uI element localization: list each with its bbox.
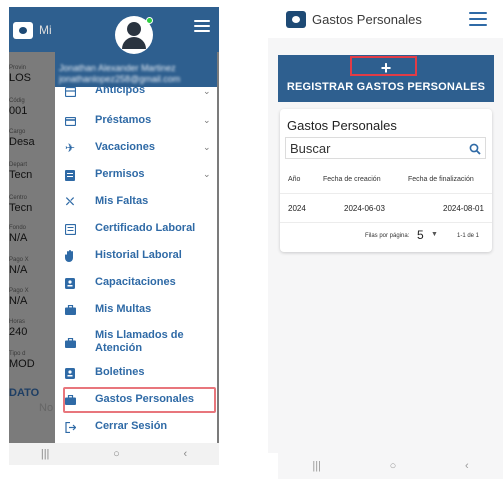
menu-item-vacaciones[interactable]: ✈ Vacaciones ⌄ [55, 135, 217, 161]
search-field[interactable] [285, 137, 486, 159]
highlight-box-plus [350, 56, 417, 76]
recent-apps-button[interactable]: ||| [312, 460, 321, 472]
android-navbar: ||| ○ ‹ [9, 443, 219, 465]
column-header-fecha-finalizacion[interactable]: Fecha de finalización [408, 176, 474, 183]
back-button[interactable]: ‹ [465, 460, 469, 472]
chevron-down-icon: ⌄ [203, 169, 211, 179]
app-header: Gastos Personales [268, 0, 503, 38]
divider [280, 193, 492, 194]
cell-fecha-creacion: 2024-06-03 [344, 204, 385, 213]
app-logo-icon [13, 22, 33, 39]
highlight-box-gastos-personales [63, 387, 216, 413]
pagination-range: 1-1 de 1 [457, 233, 480, 239]
left-phone-screen: Mi Provin LOS Códig 001 Cargo Desa Depar… [9, 7, 219, 465]
menu-item-boletines[interactable]: Boletines [55, 360, 217, 386]
menu-label: Boletines [95, 366, 145, 378]
menu-item-permisos[interactable]: Permisos ⌄ [55, 162, 217, 188]
register-button-label: REGISTRAR GASTOS PERSONALES [286, 81, 486, 93]
search-input[interactable] [290, 140, 460, 156]
bg-field-provincia: Provin LOS [9, 65, 32, 84]
document-icon [64, 169, 76, 181]
credit-card-icon [64, 115, 76, 127]
bg-field-cargo: Cargo Desa [9, 129, 35, 148]
menu-label: Préstamos [95, 114, 152, 126]
briefcase-icon [64, 337, 76, 349]
menu-item-certificado-laboral[interactable]: Certificado Laboral [55, 216, 217, 242]
avatar-body-shape [122, 37, 146, 49]
bg-field-departamento: Depart Tecn [9, 162, 33, 181]
search-icon[interactable] [469, 142, 483, 156]
expenses-card: Gastos Personales Año Fecha de creación … [280, 109, 492, 252]
app-logo-icon [286, 11, 306, 28]
bg-field-pago-2: Pago X N/A [9, 288, 29, 307]
menu-item-mis-faltas[interactable]: ⛌ Mis Faltas [55, 189, 217, 215]
column-header-anio[interactable]: Año [288, 176, 300, 183]
badge-icon [64, 367, 76, 379]
menu-label: Capacitaciones [95, 276, 176, 288]
badge-icon [64, 277, 76, 289]
recent-apps-button[interactable]: ||| [41, 448, 50, 460]
bg-field-tipo: Tipo d MOD [9, 351, 35, 370]
menu-item-capacitaciones[interactable]: Capacitaciones [55, 270, 217, 296]
chevron-down-icon: ⌄ [203, 142, 211, 152]
person-off-icon: ⛌ [65, 195, 75, 208]
menu-label: Vacaciones [95, 141, 155, 153]
bg-section-value: No [39, 402, 54, 414]
menu-label: Certificado Laboral [95, 222, 196, 234]
bg-field-pago-1: Pago X N/A [9, 257, 29, 276]
menu-item-mis-llamados-de-atencion[interactable]: Mis Llamados de Atención [55, 324, 217, 358]
card-title: Gastos Personales [287, 118, 397, 133]
divider [280, 222, 492, 223]
background-app-title: Mi [39, 23, 52, 37]
page-title: Gastos Personales [312, 12, 422, 27]
certificate-icon [64, 223, 76, 235]
menu-label: Historial Laboral [95, 249, 182, 261]
airplane-icon: ✈ [64, 141, 76, 155]
navigation-drawer: Jonathan Alexander Martinez jonathanlope… [55, 7, 217, 443]
back-button[interactable]: ‹ [183, 448, 187, 460]
android-navbar: ||| ○ ‹ [278, 453, 503, 479]
menu-item-historial-laboral[interactable]: Historial Laboral [55, 243, 217, 269]
home-button[interactable]: ○ [113, 448, 120, 460]
menu-item-cerrar-sesion[interactable]: Cerrar Sesión [55, 414, 217, 440]
user-name: Jonathan Alexander Martinez [59, 63, 176, 73]
chevron-down-icon: ⌄ [203, 87, 211, 96]
menu-label: Permisos [95, 168, 145, 180]
caret-down-icon[interactable]: ▼ [431, 231, 438, 238]
user-email: jonathanlopez258@gmail.com [59, 74, 181, 84]
hand-icon [64, 250, 76, 262]
menu-label: Mis Llamados de Atención [95, 329, 184, 354]
home-button[interactable]: ○ [390, 460, 397, 472]
avatar-head-shape [127, 22, 141, 36]
menu-item-anticipos[interactable]: Anticipos ⌄ [55, 87, 217, 99]
drawer-header: Jonathan Alexander Martinez jonathanlope… [55, 7, 217, 87]
menu-label: Mis Multas [95, 303, 152, 315]
cell-anio: 2024 [288, 204, 306, 213]
bg-section-heading: DATO [9, 387, 40, 399]
chevron-down-icon: ⌄ [203, 115, 211, 125]
menu-label: Anticipos [95, 87, 146, 96]
menu-item-prestamos[interactable]: Préstamos ⌄ [55, 108, 217, 134]
wallet-icon [64, 87, 76, 98]
bg-field-centro: Centro Tecn [9, 195, 33, 214]
menu-item-mis-multas[interactable]: Mis Multas [55, 297, 217, 323]
bg-field-horas: Horas 240 [9, 319, 28, 338]
online-status-dot [146, 17, 153, 24]
rows-per-page-select[interactable]: 5 [417, 228, 424, 242]
menu-label: Cerrar Sesión [95, 420, 168, 432]
menu-label: Mis Faltas [95, 195, 149, 207]
column-header-fecha-creacion[interactable]: Fecha de creación [323, 176, 381, 183]
briefcase-icon [64, 304, 76, 316]
rows-per-page-label: Filas por página: [365, 233, 410, 239]
cell-fecha-finalizacion: 2024-08-01 [443, 204, 484, 213]
right-phone-screen: Gastos Personales + REGISTRAR GASTOS PER… [268, 0, 503, 479]
bg-field-fondo: Fondo N/A [9, 225, 28, 244]
menu-icon[interactable] [194, 20, 210, 32]
bg-field-codigo: Códig 001 [9, 98, 28, 117]
logout-icon [64, 421, 76, 433]
menu-icon[interactable] [469, 12, 487, 26]
